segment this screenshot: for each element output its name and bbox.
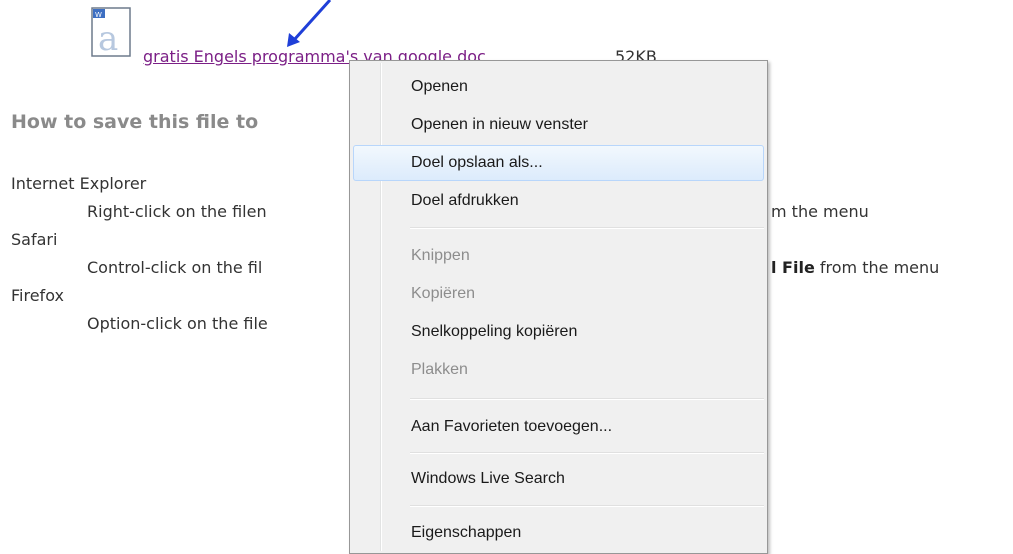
menu-item-doel-afdrukken[interactable]: Doel afdrukken <box>353 183 764 219</box>
menu-item-eigenschappen[interactable]: Eigenschappen <box>353 515 764 551</box>
menu-item-favorieten-toevoegen[interactable]: Aan Favorieten toevoegen... <box>353 409 764 445</box>
menu-separator <box>410 505 764 506</box>
instruction-ie-tail: m the menu <box>771 202 869 221</box>
instruction-safari: Control-click on the fil <box>87 258 263 277</box>
menu-separator <box>410 227 764 228</box>
page-heading: How to save this file to <box>11 111 259 133</box>
browser-label-ie: Internet Explorer <box>11 174 147 193</box>
menu-item-knippen[interactable]: Knippen <box>353 238 764 274</box>
instruction-safari-bold: l File <box>771 258 815 277</box>
browser-label-firefox: Firefox <box>11 286 64 305</box>
menu-item-windows-live-search[interactable]: Windows Live Search <box>353 461 764 497</box>
menu-separator <box>410 398 764 399</box>
menu-item-doel-opslaan-als[interactable]: Doel opslaan als... <box>353 145 764 181</box>
menu-item-kopieren[interactable]: Kopiëren <box>353 276 764 312</box>
svg-text:W: W <box>95 11 102 19</box>
svg-text:a: a <box>98 19 118 58</box>
menu-item-openen[interactable]: Openen <box>353 69 764 105</box>
browser-label-safari: Safari <box>11 230 58 249</box>
menu-item-snelkoppeling-kopieren[interactable]: Snelkoppeling kopiëren <box>353 314 764 350</box>
instruction-safari-tail: l File from the menu <box>771 257 939 279</box>
menu-item-openen-nieuw-venster[interactable]: Openen in nieuw venster <box>353 107 764 143</box>
document-icon[interactable]: W a <box>90 6 134 59</box>
context-menu: Openen Openen in nieuw venster Doel opsl… <box>349 60 768 554</box>
menu-separator <box>410 452 764 453</box>
instruction-firefox: Option-click on the file <box>87 314 268 333</box>
menu-item-plakken[interactable]: Plakken <box>353 352 764 388</box>
instruction-ie: Right-click on the filen <box>87 202 267 221</box>
instruction-safari-tail-text: from the menu <box>814 258 940 277</box>
